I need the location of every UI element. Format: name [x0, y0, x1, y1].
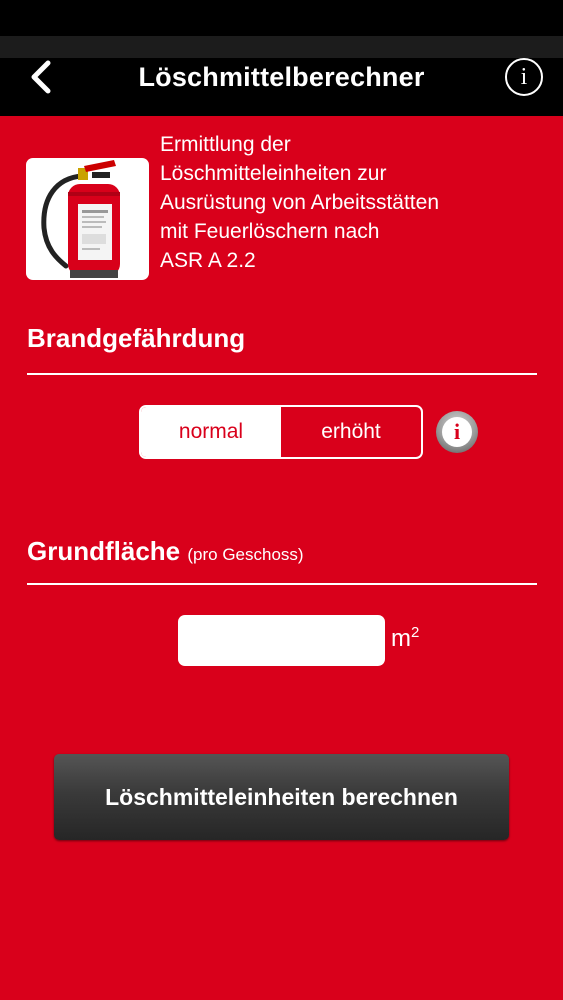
hazard-title: Brandgefährdung: [27, 323, 246, 353]
area-title-text: Grundfläche: [27, 536, 181, 566]
unit-base: m: [391, 625, 411, 652]
info-icon: i: [520, 64, 528, 90]
area-title: Grundfläche (pro Geschoss): [27, 536, 304, 567]
area-input[interactable]: [178, 615, 385, 666]
area-unit: m2: [391, 624, 419, 653]
info-button[interactable]: i: [505, 58, 543, 96]
intro-text: Ermittlung der Löschmitteleinheiten zur …: [160, 133, 439, 272]
hazard-option-elevated[interactable]: erhöht: [281, 407, 421, 457]
info-icon: i: [442, 417, 472, 447]
hazard-divider: [27, 373, 537, 375]
fire-extinguisher-image: [26, 158, 149, 280]
status-bar: [0, 0, 563, 36]
area-subtitle: (pro Geschoss): [187, 545, 304, 564]
hazard-segmented-control[interactable]: normal erhöht: [139, 405, 423, 459]
page-title: Löschmittelberechner: [138, 62, 425, 92]
status-bar-strip: [0, 36, 563, 58]
hazard-option-normal[interactable]: normal: [141, 407, 281, 457]
unit-exponent: 2: [411, 624, 420, 641]
area-divider: [27, 583, 537, 585]
calculate-button[interactable]: Löschmitteleinheiten berechnen: [54, 754, 509, 840]
nav-bar: Löschmittelberechner i: [0, 58, 563, 116]
hazard-info-button[interactable]: i: [436, 411, 478, 453]
fire-extinguisher-icon: [41, 160, 120, 278]
